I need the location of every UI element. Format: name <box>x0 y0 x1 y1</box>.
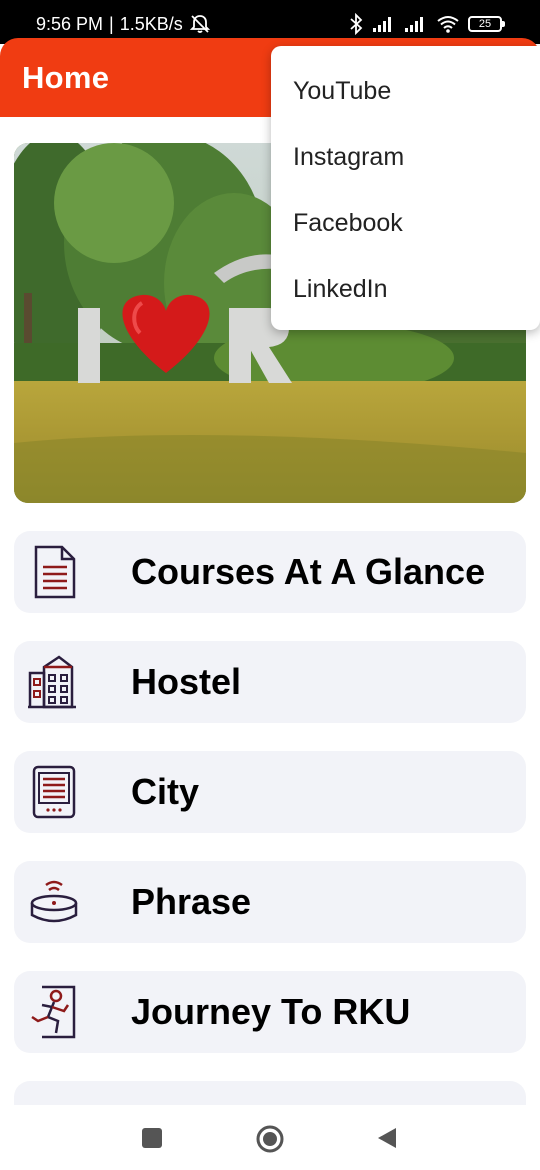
battery-icon: 25 <box>468 16 505 32</box>
wifi-icon <box>437 16 459 33</box>
menu-item-journey[interactable]: Journey To RKU <box>14 971 526 1053</box>
home-circle-icon[interactable] <box>255 1124 285 1154</box>
menu-item-label: Journey To RKU <box>131 991 411 1032</box>
status-right: 25 <box>348 12 505 36</box>
screen: 9:56 PM | 1.5KB/s 25 Home Courses At A G… <box>0 0 540 1170</box>
building-icon <box>28 655 76 709</box>
page-title: Home <box>22 60 110 95</box>
menu-option-linkedin[interactable]: LinkedIn <box>271 256 540 322</box>
overflow-menu: YouTube Instagram Facebook LinkedIn <box>271 46 540 330</box>
signal-icon <box>373 17 391 32</box>
menu-item-label: Phrase <box>131 881 252 922</box>
menu-item-city[interactable]: City <box>14 751 526 833</box>
recents-square-icon[interactable] <box>141 1127 163 1149</box>
back-triangle-icon[interactable] <box>376 1126 398 1150</box>
status-speed: 1.5KB/s <box>119 14 183 34</box>
bluetooth-icon <box>350 13 363 35</box>
navigation-bar <box>0 1105 540 1170</box>
menu-item-hostel[interactable]: Hostel <box>14 641 526 723</box>
document-icon <box>34 545 76 599</box>
menu-item-courses[interactable]: Courses At A Glance <box>14 531 526 613</box>
alarm-off-icon <box>189 15 210 33</box>
menu-item-label: Courses At A Glance <box>131 551 486 592</box>
smart-speaker-icon <box>30 880 78 923</box>
status-time: 9:56 PM <box>36 14 104 34</box>
menu-item-label: City <box>131 771 200 812</box>
menu-option-facebook[interactable]: Facebook <box>271 190 540 256</box>
status-separator: | <box>109 14 114 34</box>
menu-item-phrase[interactable]: Phrase <box>14 861 526 943</box>
status-left: 9:56 PM | 1.5KB/s <box>36 12 211 36</box>
menu-option-youtube[interactable]: YouTube <box>271 58 540 124</box>
menu-option-instagram[interactable]: Instagram <box>271 124 540 190</box>
ebook-reader-icon <box>32 765 76 819</box>
runner-icon <box>31 985 76 1039</box>
menu-item-label: Hostel <box>131 661 242 702</box>
signal-icon <box>405 17 423 32</box>
